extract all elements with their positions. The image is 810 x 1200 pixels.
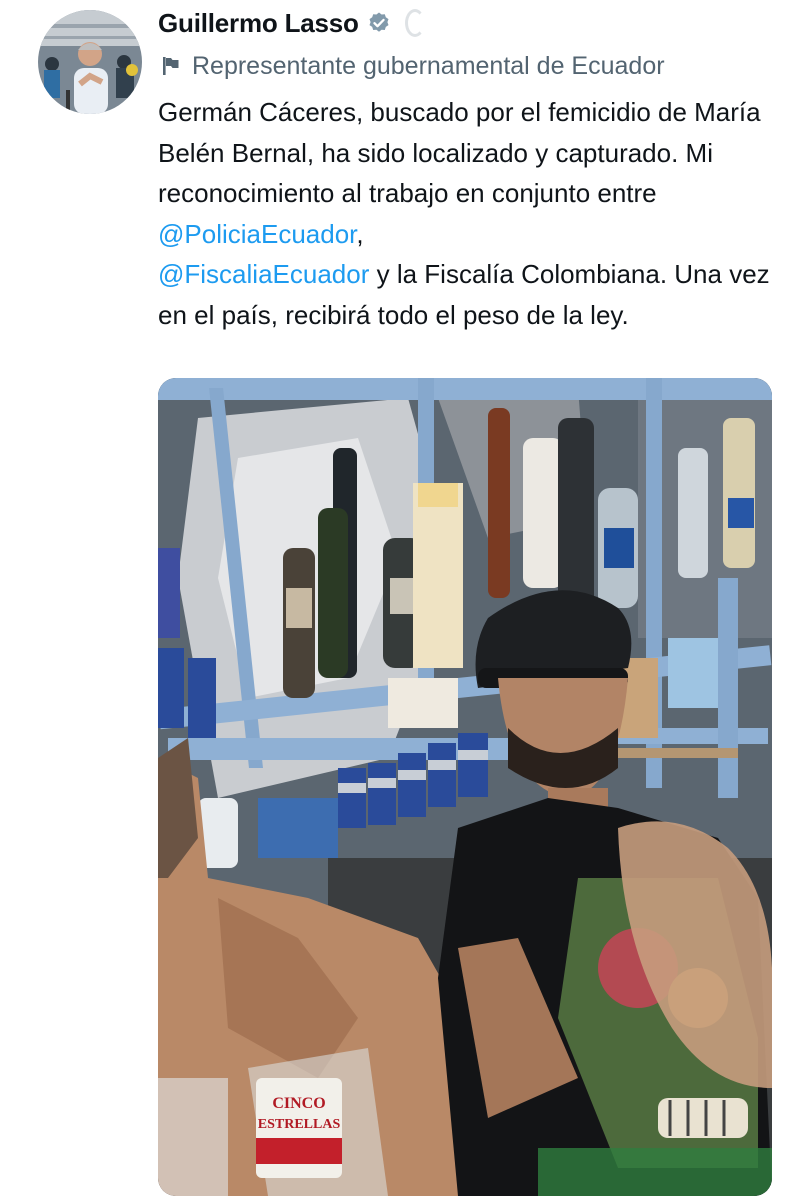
tweet-text: Germán Cáceres, buscado por el femicidio… (158, 92, 788, 335)
verified-badge-icon (367, 11, 391, 35)
cup-label-line2: ESTRELLAS (258, 1117, 341, 1132)
government-label[interactable]: Representante gubernamental de Ecuador (192, 52, 665, 81)
faded-overflow-mark (404, 9, 425, 37)
flag-icon (160, 55, 182, 77)
author-display-name[interactable]: Guillermo Lasso (158, 8, 359, 39)
profile-photo (38, 10, 142, 114)
author-avatar[interactable] (38, 10, 142, 114)
mention-fiscalia-ecuador[interactable]: @FiscaliaEcuador (158, 259, 369, 289)
bar-scene-photo: CINCO ESTRELLAS (158, 378, 772, 1196)
cup-label-line1: CINCO (272, 1095, 325, 1112)
tweet-text-part: , (356, 218, 364, 249)
tweet-photo[interactable]: CINCO ESTRELLAS (158, 378, 772, 1196)
tweet-text-part: Germán Cáceres, buscado por el femicidio… (158, 97, 761, 208)
mention-policia-ecuador[interactable]: @PoliciaEcuador (158, 219, 356, 249)
